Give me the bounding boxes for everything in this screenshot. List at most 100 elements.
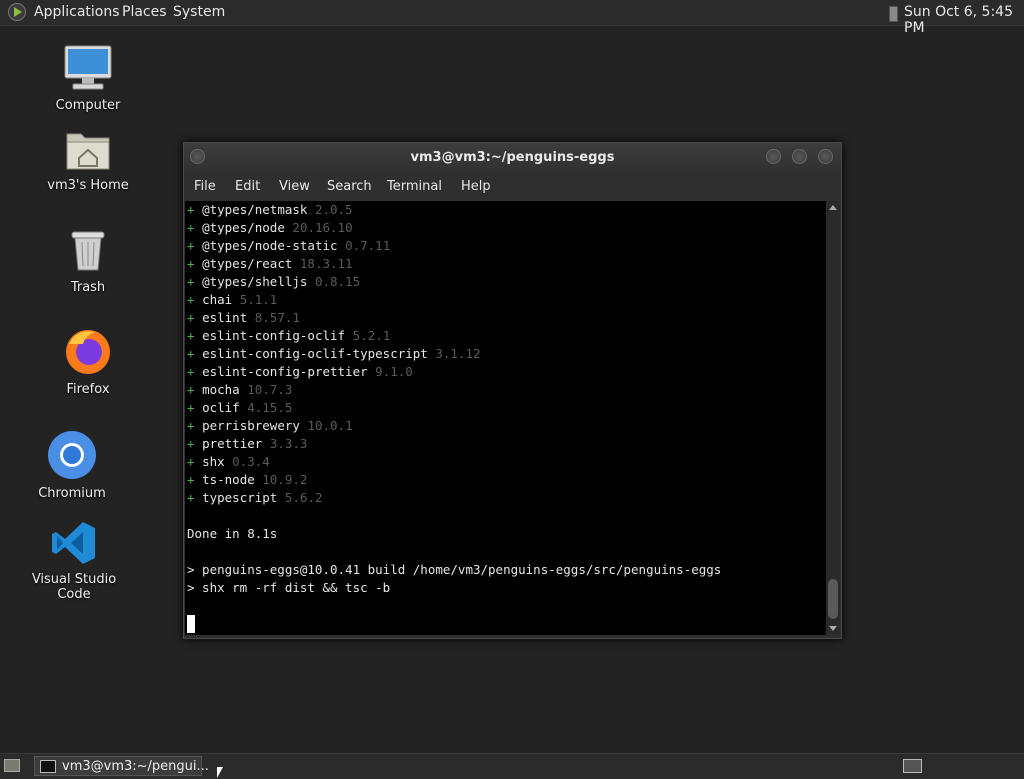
window-titlebar[interactable]: vm3@vm3:~/penguins-eggs xyxy=(184,143,841,173)
terminal-scrollbar[interactable] xyxy=(826,201,840,635)
package-version: 5.2.1 xyxy=(352,328,391,343)
menu-view[interactable]: View xyxy=(279,179,310,194)
mouse-pointer-icon xyxy=(217,767,223,778)
terminal-output[interactable]: + @types/netmask 2.0.5 + @types/node 20.1… xyxy=(185,201,826,635)
workspace-switcher[interactable] xyxy=(903,759,922,773)
package-version: 0.7.11 xyxy=(345,238,391,253)
package-line: + @types/shelljs 0.8.15 xyxy=(187,273,360,291)
chromium-icon xyxy=(48,431,96,479)
package-version: 3.1.12 xyxy=(435,346,481,361)
taskbar-item-label: vm3@vm3:~/pengui... xyxy=(62,759,209,774)
desktop-icon-firefox[interactable]: Firefox xyxy=(28,326,148,397)
package-version: 10.9.2 xyxy=(262,472,308,487)
package-version: 5.1.1 xyxy=(239,292,278,307)
scrollbar-thumb[interactable] xyxy=(828,579,838,619)
added-marker: + xyxy=(187,292,203,307)
added-marker: + xyxy=(187,454,203,469)
package-line: + prettier 3.3.3 xyxy=(187,435,307,453)
added-marker: + xyxy=(187,310,203,325)
package-name: @types/node-static xyxy=(202,238,338,253)
package-name: @types/node xyxy=(202,220,285,235)
package-name: @types/netmask xyxy=(202,202,308,217)
show-desktop-icon[interactable] xyxy=(4,759,20,772)
menu-search[interactable]: Search xyxy=(327,179,372,194)
menu-applications[interactable]: Applications xyxy=(34,4,120,20)
desktop-icon-computer[interactable]: Computer xyxy=(28,44,148,113)
command-line-2: > shx rm -rf dist && tsc -b xyxy=(187,580,391,595)
package-name: eslint-config-prettier xyxy=(202,364,368,379)
added-marker: + xyxy=(187,328,203,343)
package-version: 10.0.1 xyxy=(307,418,353,433)
scroll-up-arrow-icon[interactable] xyxy=(829,205,837,210)
package-name: shx xyxy=(202,454,225,469)
added-marker: + xyxy=(187,346,203,361)
added-marker: + xyxy=(187,274,203,289)
package-version: 4.15.5 xyxy=(247,400,293,415)
package-version: 18.3.11 xyxy=(299,256,353,271)
done-line: Done in 8.1s xyxy=(187,526,278,541)
top-panel: Applications Places System Sun Oct 6, 5:… xyxy=(0,0,1024,36)
package-line: + typescript 5.6.2 xyxy=(187,489,323,507)
text-cursor xyxy=(187,615,195,633)
menu-places[interactable]: Places xyxy=(122,4,167,20)
terminal-icon xyxy=(40,760,56,773)
bottom-panel: vm3@vm3:~/pengui... xyxy=(0,753,1024,779)
tray-icon[interactable] xyxy=(889,6,898,22)
terminal-window[interactable]: vm3@vm3:~/penguins-eggs File Edit View S… xyxy=(183,142,842,639)
desktop-icon-label: Computer xyxy=(55,98,121,113)
package-line: + eslint-config-oclif 5.2.1 xyxy=(187,327,390,345)
desktop-icon-chromium[interactable]: Chromium xyxy=(12,430,132,501)
package-name: eslint-config-oclif-typescript xyxy=(202,346,428,361)
added-marker: + xyxy=(187,436,203,451)
package-version: 8.57.1 xyxy=(254,310,300,325)
package-line: + @types/node 20.16.10 xyxy=(187,219,353,237)
package-line: + eslint-config-oclif-typescript 3.1.12 xyxy=(187,345,481,363)
package-line: + shx 0.3.4 xyxy=(187,453,270,471)
menu-terminal[interactable]: Terminal xyxy=(387,179,442,194)
clock[interactable]: Sun Oct 6, 5:45 PM xyxy=(904,4,1024,36)
added-marker: + xyxy=(187,472,203,487)
package-line: + @types/node-static 0.7.11 xyxy=(187,237,390,255)
package-line: + chai 5.1.1 xyxy=(187,291,277,309)
menu-file[interactable]: File xyxy=(194,179,216,194)
added-marker: + xyxy=(187,490,203,505)
package-name: perrisbrewery xyxy=(202,418,300,433)
minimize-button[interactable] xyxy=(766,149,781,164)
desktop-icon-label: vm3's Home xyxy=(47,178,129,193)
package-version: 2.0.5 xyxy=(314,202,353,217)
desktop-icon-vscode[interactable]: Visual Studio Code xyxy=(14,520,134,602)
applications-menu-icon[interactable] xyxy=(8,3,26,21)
terminal-menubar: File Edit View Search Terminal Help xyxy=(184,173,841,201)
added-marker: + xyxy=(187,256,203,271)
taskbar-item-terminal[interactable]: vm3@vm3:~/pengui... xyxy=(34,756,209,776)
home-folder-icon xyxy=(66,133,110,170)
added-marker: + xyxy=(187,364,203,379)
close-button[interactable] xyxy=(818,149,833,164)
desktop-icon-label: Trash xyxy=(70,280,106,295)
package-name: eslint-config-oclif xyxy=(202,328,346,343)
added-marker: + xyxy=(187,382,203,397)
menu-help[interactable]: Help xyxy=(461,179,491,194)
package-name: typescript xyxy=(202,490,278,505)
trash-icon xyxy=(71,231,105,271)
desktop-icon-trash[interactable]: Trash xyxy=(28,228,148,295)
command-line-1: > penguins-eggs@10.0.41 build /home/vm3/… xyxy=(187,562,722,577)
desktop-icon-label: Visual Studio Code xyxy=(31,572,117,602)
package-version: 20.16.10 xyxy=(292,220,353,235)
desktop-icon-label: Chromium xyxy=(38,486,106,501)
package-version: 9.1.0 xyxy=(375,364,413,379)
desktop-icon-home[interactable]: vm3's Home xyxy=(28,128,148,193)
package-version: 3.3.3 xyxy=(269,436,308,451)
scroll-down-arrow-icon[interactable] xyxy=(829,626,837,631)
package-line: + @types/react 18.3.11 xyxy=(187,255,353,273)
package-name: eslint xyxy=(202,310,248,325)
package-name: ts-node xyxy=(202,472,255,487)
package-line: + eslint-config-prettier 9.1.0 xyxy=(187,363,413,381)
added-marker: + xyxy=(187,220,203,235)
maximize-button[interactable] xyxy=(792,149,807,164)
package-name: oclif xyxy=(202,400,240,415)
firefox-icon xyxy=(66,330,110,374)
menu-system[interactable]: System xyxy=(173,4,225,20)
menu-edit[interactable]: Edit xyxy=(235,179,260,194)
package-name: prettier xyxy=(202,436,263,451)
